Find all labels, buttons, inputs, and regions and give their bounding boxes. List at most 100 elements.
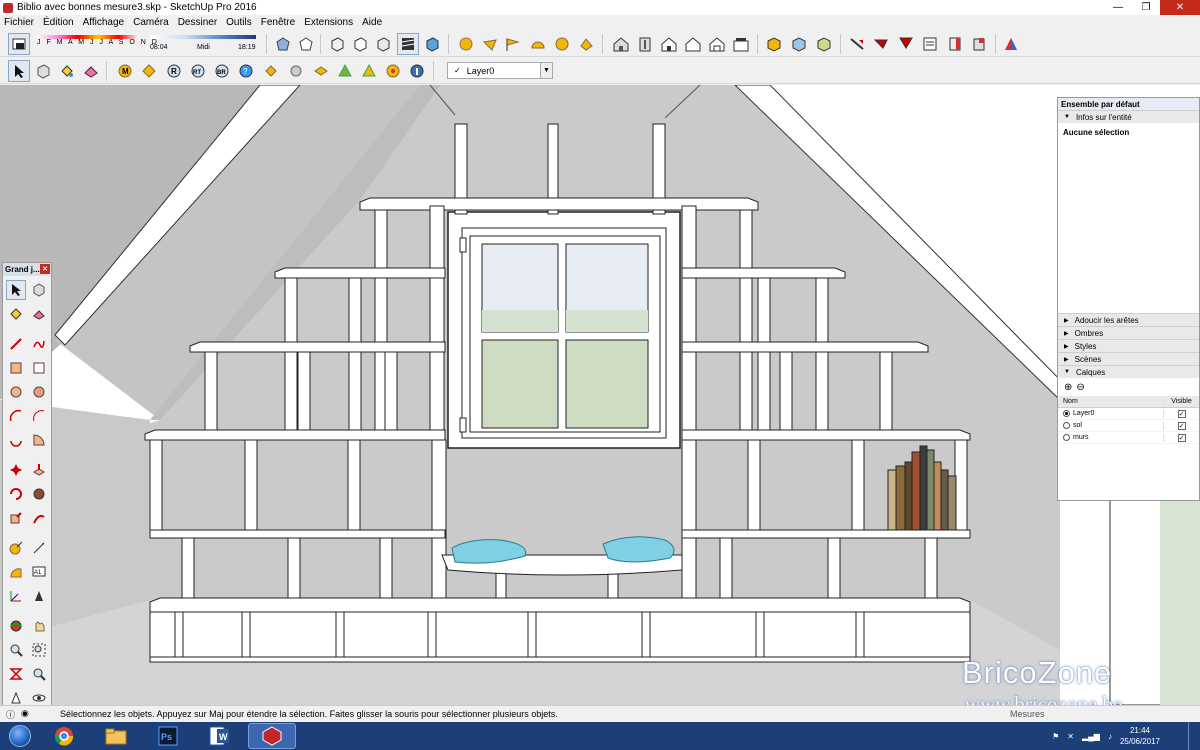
word-taskbar-button[interactable]: W: [196, 723, 244, 749]
sketchup-taskbar-button[interactable]: [248, 723, 296, 749]
ext-key-icon[interactable]: [260, 60, 282, 82]
volume-tray-icon[interactable]: ♪: [1108, 732, 1112, 741]
chrome-taskbar-button[interactable]: [40, 723, 88, 749]
right-view-icon[interactable]: [682, 33, 704, 55]
terrain-icon[interactable]: [527, 33, 549, 55]
section-plane-icon[interactable]: [846, 33, 868, 55]
visible-checkbox[interactable]: ✓: [1177, 433, 1186, 442]
previous-view-icon[interactable]: [29, 664, 49, 684]
explorer-taskbar-button[interactable]: [92, 723, 140, 749]
menu-aide[interactable]: Aide: [362, 17, 382, 28]
follow-me-icon[interactable]: [29, 484, 49, 504]
visible-checkbox[interactable]: ✓: [1177, 421, 1186, 430]
menu-outils[interactable]: Outils: [226, 17, 252, 28]
ext-arrows-icon[interactable]: [310, 60, 332, 82]
menu-camera[interactable]: Caméra: [133, 17, 169, 28]
layer-row[interactable]: sol ✓: [1058, 420, 1199, 432]
orbit-tool-icon[interactable]: [6, 616, 26, 636]
photoshop-taskbar-button[interactable]: Ps: [144, 723, 192, 749]
flag-icon[interactable]: [501, 33, 523, 55]
photo-texture-icon[interactable]: [575, 33, 597, 55]
menu-affichage[interactable]: Affichage: [83, 17, 125, 28]
antivirus-tray-icon[interactable]: ✕: [1067, 732, 1074, 741]
section-display-icon[interactable]: [870, 33, 892, 55]
back-view-icon[interactable]: [706, 33, 728, 55]
pan-tool-icon[interactable]: [29, 616, 49, 636]
ext-r-icon[interactable]: R: [163, 60, 185, 82]
ext-info-icon[interactable]: [406, 60, 428, 82]
clock[interactable]: 21:44 25/06/2017: [1120, 725, 1160, 747]
layer-row[interactable]: Layer0 ✓: [1058, 408, 1199, 420]
shaded-icon[interactable]: [372, 33, 394, 55]
top-view-icon[interactable]: [634, 33, 656, 55]
ext-help-icon[interactable]: ?: [235, 60, 257, 82]
geo-location-icon[interactable]: [455, 33, 477, 55]
section-cut-icon[interactable]: [895, 33, 917, 55]
shadows-toggle-icon[interactable]: [8, 33, 30, 55]
shaded-textures-icon[interactable]: [397, 33, 419, 55]
ext-tree2-icon[interactable]: [358, 60, 380, 82]
close-button[interactable]: ✕: [1160, 0, 1200, 15]
menu-edition[interactable]: Édition: [43, 17, 74, 28]
ext-m-icon[interactable]: M: [114, 60, 136, 82]
ext-tag-icon[interactable]: [138, 60, 160, 82]
add-layer-icon[interactable]: ⊕: [1064, 382, 1072, 393]
flag-tray-icon[interactable]: ⚑: [1052, 732, 1059, 741]
ext-tree-icon[interactable]: [334, 60, 356, 82]
eraser-icon[interactable]: [80, 60, 102, 82]
arc-tool-icon[interactable]: [6, 406, 26, 426]
layer-row[interactable]: murs ✓: [1058, 432, 1199, 444]
rotate-tool-icon[interactable]: [6, 484, 26, 504]
eraser-tool-icon[interactable]: [29, 304, 49, 324]
shadows-section[interactable]: ▶ Ombres: [1058, 326, 1199, 339]
ext-rt-icon[interactable]: RT: [187, 60, 209, 82]
drawing-viewport[interactable]: [0, 85, 1200, 705]
ext-br-icon[interactable]: BR: [211, 60, 233, 82]
user-icon[interactable]: ◉: [21, 708, 29, 721]
menu-fichier[interactable]: Fichier: [4, 17, 34, 28]
dimension-tool-icon[interactable]: [29, 538, 49, 558]
add-location-icon[interactable]: [479, 33, 501, 55]
soften-edges-section[interactable]: ▶ Adoucir les arêtes: [1058, 313, 1199, 326]
minimize-button[interactable]: —: [1104, 0, 1132, 15]
tape-measure-icon[interactable]: [6, 538, 26, 558]
paint-bucket-icon[interactable]: [56, 60, 78, 82]
polygon-tool-icon[interactable]: [29, 382, 49, 402]
circle-tool-icon[interactable]: [6, 382, 26, 402]
solid-union-icon[interactable]: [763, 33, 785, 55]
scale-tool-icon[interactable]: [6, 508, 26, 528]
active-layer-radio[interactable]: [1063, 422, 1070, 429]
left-view-icon[interactable]: [730, 33, 752, 55]
solid-trim-icon[interactable]: [813, 33, 835, 55]
paint-tool-icon[interactable]: [6, 304, 26, 324]
show-desktop-button[interactable]: [1188, 722, 1200, 750]
select-icon[interactable]: [8, 60, 30, 82]
layers-section[interactable]: ▼ Calques: [1058, 365, 1199, 378]
style-builder-icon[interactable]: [968, 33, 990, 55]
component-tool-icon[interactable]: [29, 280, 49, 300]
remove-layer-icon[interactable]: ⊖: [1076, 382, 1084, 393]
axes-tool-icon[interactable]: [6, 586, 26, 606]
front-view-icon[interactable]: [658, 33, 680, 55]
two-point-arc-icon[interactable]: [29, 406, 49, 426]
iso-view-icon[interactable]: [610, 33, 632, 55]
shadow-time-slider[interactable]: [150, 35, 256, 39]
entity-info-section[interactable]: ▼ Infos sur l'entité: [1058, 110, 1199, 123]
active-layer-radio[interactable]: [1063, 434, 1070, 441]
info-icon[interactable]: ⓘ: [6, 708, 15, 721]
maximize-button[interactable]: ❐: [1132, 0, 1160, 15]
protractor-icon[interactable]: [6, 562, 26, 582]
hidden-line-icon[interactable]: [349, 33, 371, 55]
warehouse-icon[interactable]: [1000, 33, 1022, 55]
rotated-rectangle-icon[interactable]: [29, 358, 49, 378]
network-tray-icon[interactable]: ▂▄▆: [1082, 732, 1100, 741]
zoom-window-icon[interactable]: [29, 640, 49, 660]
offset-tool-icon[interactable]: [29, 508, 49, 528]
globe-icon[interactable]: [551, 33, 573, 55]
three-point-arc-icon[interactable]: [6, 430, 26, 450]
freehand-tool-icon[interactable]: [29, 334, 49, 354]
push-pull-icon[interactable]: [29, 460, 49, 480]
visible-checkbox[interactable]: ✓: [1177, 409, 1186, 418]
layer-dropdown[interactable]: ✓ Layer0 ▼: [447, 62, 553, 79]
3d-text-icon[interactable]: [29, 586, 49, 606]
